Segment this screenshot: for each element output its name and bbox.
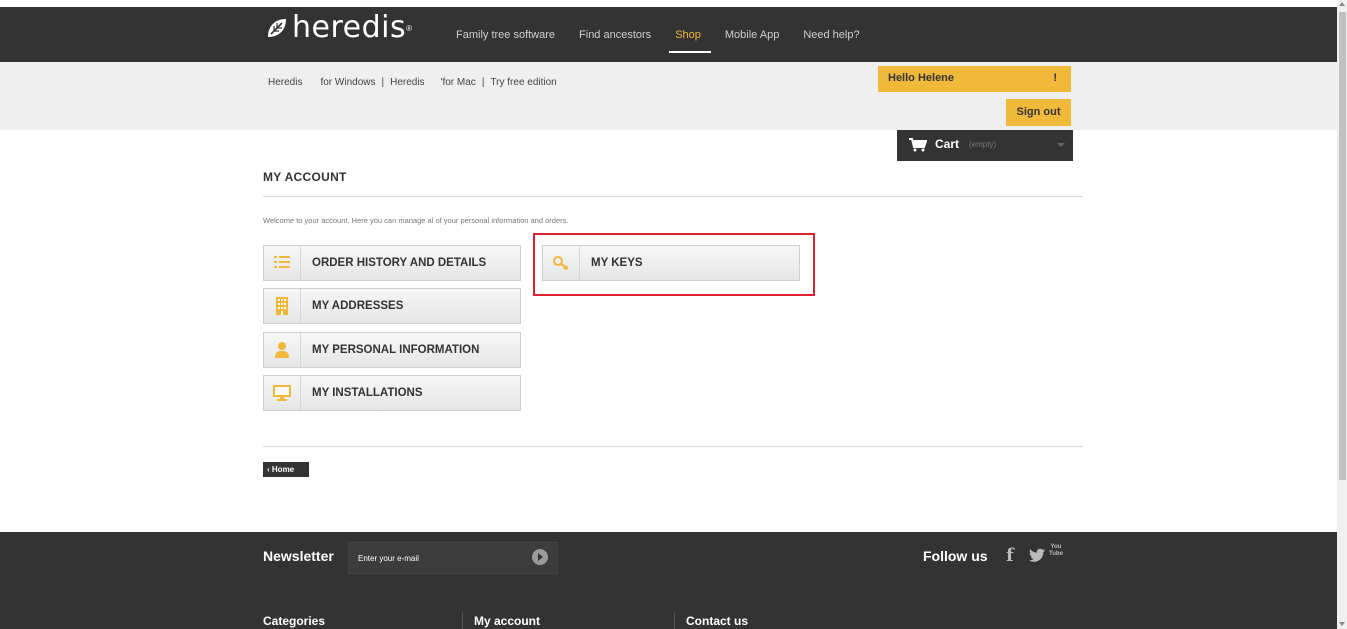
- my-installations-button[interactable]: MY INSTALLATIONS: [263, 375, 521, 411]
- follow-us-title: Follow us: [923, 548, 988, 564]
- subnav-for-mac[interactable]: 'for Mac: [441, 77, 476, 88]
- cart-status: (empty): [969, 140, 997, 149]
- cart-dropdown[interactable]: Cart (empty): [897, 130, 1073, 161]
- nav-need-help[interactable]: Need help?: [803, 29, 859, 41]
- home-button[interactable]: ‹ Home: [263, 462, 309, 477]
- user-greeting[interactable]: Hello Helene !: [878, 66, 1071, 92]
- home-label: Home: [271, 465, 295, 474]
- scroll-down-icon[interactable]: [1339, 622, 1345, 626]
- order-history-label: ORDER HISTORY AND DETAILS: [312, 257, 487, 269]
- list-icon: [264, 246, 301, 280]
- my-installations-label: MY INSTALLATIONS: [312, 387, 423, 399]
- chevron-down-icon: [1057, 143, 1065, 147]
- nav-mobile-app[interactable]: Mobile App: [725, 29, 779, 41]
- user-greeting-text: Hello Helene: [888, 72, 955, 84]
- subnav-heredis-windows-brand[interactable]: Heredis: [268, 77, 302, 88]
- footer-contact-us-title: Contact us: [686, 614, 749, 628]
- divider: [263, 446, 1083, 447]
- chevron-left-icon: ‹: [267, 465, 270, 474]
- leaf-logo-icon: [268, 19, 286, 37]
- main-nav: Family tree software Find ancestors Shop…: [456, 29, 884, 53]
- building-icon: [264, 289, 301, 323]
- scroll-up-icon[interactable]: [1339, 2, 1345, 6]
- cart-label: Cart: [935, 137, 960, 151]
- vertical-scrollbar[interactable]: [1337, 0, 1347, 629]
- subnav-try-free-edition[interactable]: Try free edition: [490, 77, 556, 88]
- my-addresses-label: MY ADDRESSES: [312, 300, 404, 312]
- footer: [0, 532, 1337, 629]
- footer-separator: [674, 612, 675, 629]
- my-personal-info-button[interactable]: MY PERSONAL INFORMATION: [263, 332, 521, 368]
- newsletter-title: Newsletter: [263, 548, 334, 564]
- order-history-button[interactable]: ORDER HISTORY AND DETAILS: [263, 245, 521, 281]
- monitor-icon: [264, 376, 301, 410]
- subnav-separator: |: [381, 77, 385, 88]
- scroll-thumb[interactable]: [1339, 12, 1346, 480]
- sub-navbar: [0, 62, 1337, 130]
- footer-separator: [462, 612, 463, 629]
- subnav-for-windows[interactable]: for Windows: [320, 77, 375, 88]
- newsletter-submit-icon[interactable]: [532, 549, 548, 565]
- logo[interactable]: heredis ®: [266, 10, 413, 45]
- facebook-icon[interactable]: f: [1006, 545, 1014, 566]
- highlight-box: [533, 233, 815, 296]
- sign-out-button[interactable]: Sign out: [1006, 99, 1071, 126]
- subnav-heredis-mac-brand[interactable]: Heredis: [390, 77, 424, 88]
- newsletter-email-input[interactable]: Enter your e-mail: [348, 542, 558, 574]
- footer-categories-title: Categories: [263, 614, 326, 628]
- page-title: MY ACCOUNT: [263, 170, 347, 184]
- logo-text: heredis: [292, 10, 407, 45]
- twitter-icon[interactable]: [1028, 548, 1045, 562]
- youtube-icon[interactable]: You Tube: [1049, 544, 1063, 558]
- nav-find-ancestors[interactable]: Find ancestors: [579, 29, 651, 41]
- footer-my-account-title: My account: [474, 614, 541, 628]
- my-personal-info-label: MY PERSONAL INFORMATION: [312, 344, 480, 356]
- product-subnav: Heredis for Windows | Heredis 'for Mac |…: [268, 77, 563, 88]
- subnav-separator: |: [481, 77, 485, 88]
- nav-shop[interactable]: Shop: [669, 29, 711, 53]
- divider: [263, 196, 1083, 197]
- user-greeting-suffix: !: [1053, 72, 1057, 84]
- logo-registered: ®: [406, 23, 413, 33]
- cart-icon: [909, 138, 927, 152]
- user-icon: [264, 333, 301, 367]
- page: heredis ® Family tree software Find ance…: [0, 0, 1347, 629]
- welcome-text: Welcome to your account. Here you can ma…: [263, 216, 569, 225]
- nav-family-tree-software[interactable]: Family tree software: [456, 29, 555, 41]
- my-addresses-button[interactable]: MY ADDRESSES: [263, 288, 521, 324]
